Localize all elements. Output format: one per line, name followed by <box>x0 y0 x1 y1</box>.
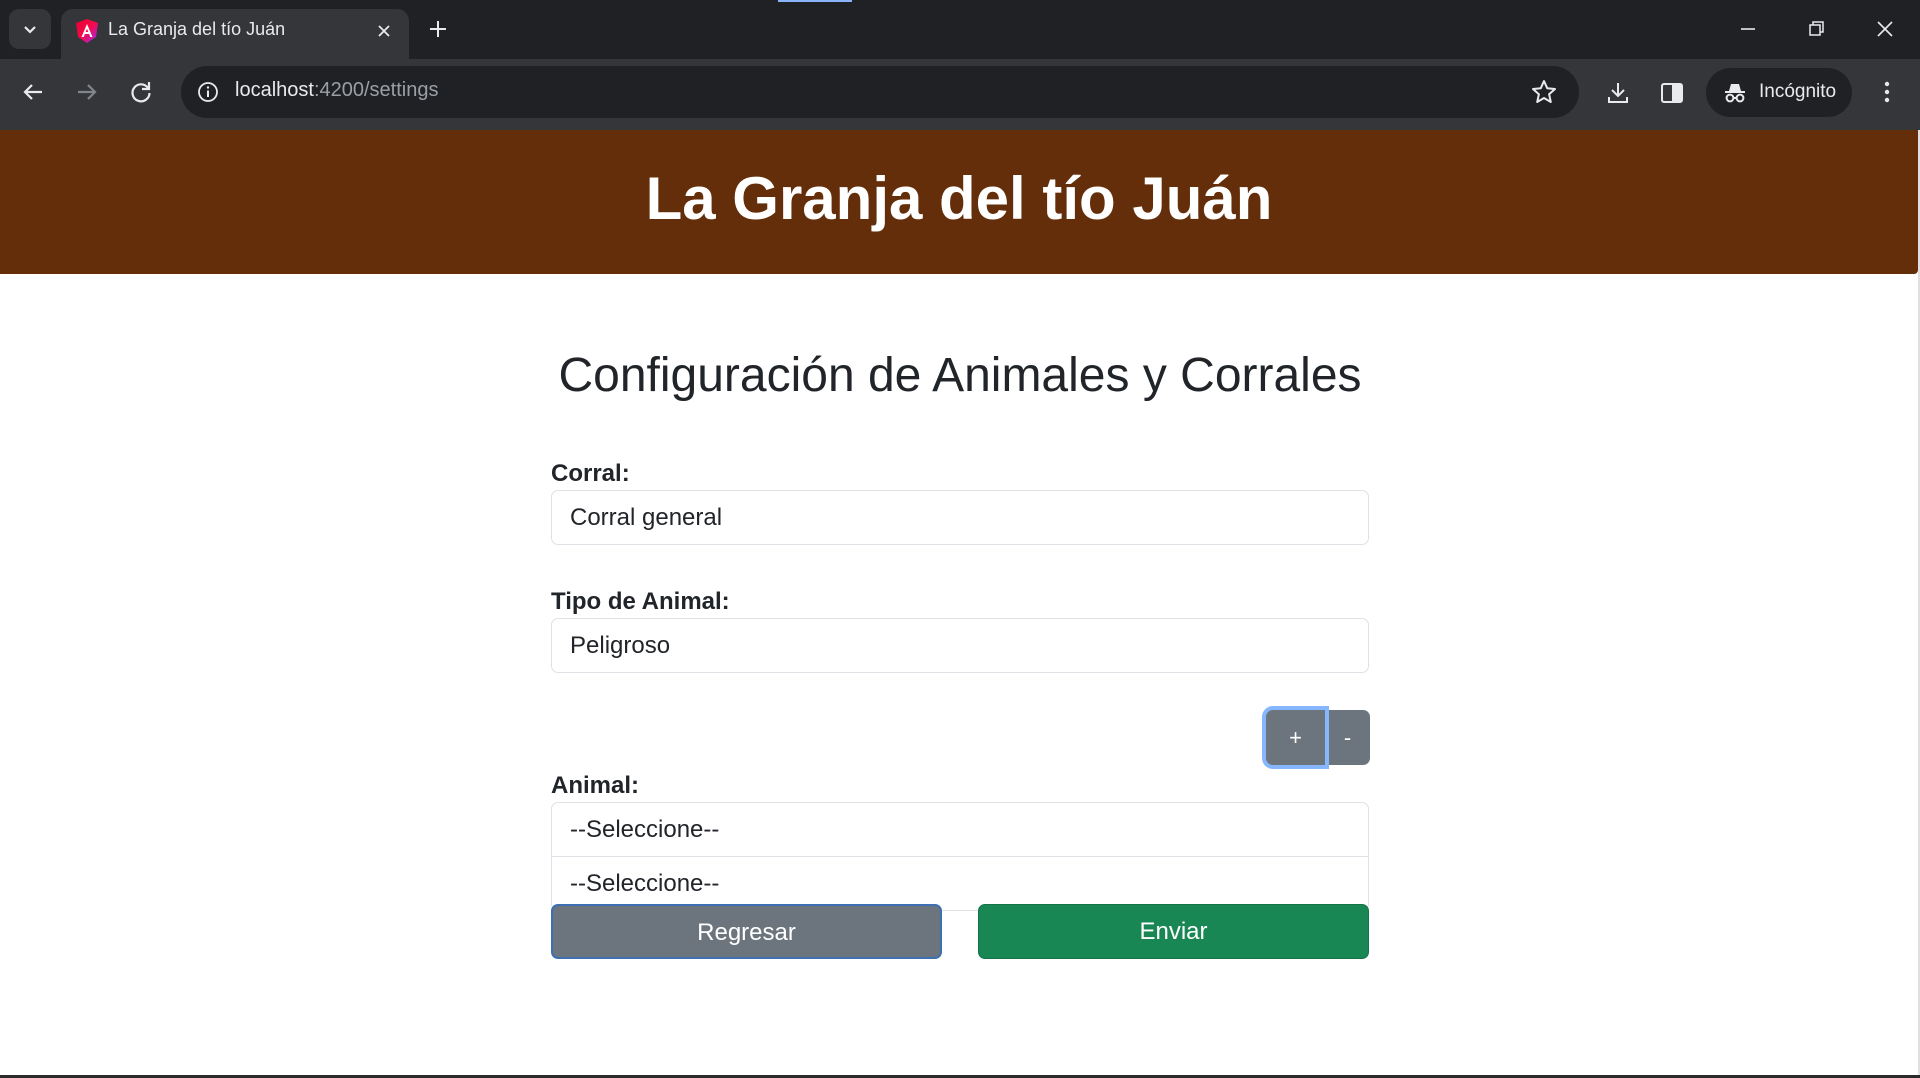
tipo-animal-label: Tipo de Animal: <box>551 588 730 615</box>
url-host: localhost <box>235 79 314 101</box>
url-text: localhost:4200/settings <box>235 79 438 102</box>
new-tab-plus-icon[interactable] <box>424 15 452 43</box>
incognito-icon <box>1725 84 1745 103</box>
close-window-icon[interactable] <box>1870 14 1900 44</box>
site-info-icon[interactable] <box>194 78 222 106</box>
forward-arrow-icon[interactable] <box>71 76 103 108</box>
url-path: :4200/settings <box>313 79 439 101</box>
minimize-icon[interactable] <box>1733 14 1763 44</box>
reload-icon[interactable] <box>125 76 157 108</box>
close-tab-icon[interactable] <box>373 20 395 42</box>
browser-tab[interactable]: La Granja del tío Juán <box>61 9 409 59</box>
browser-tab-strip: La Granja del tío Juán <box>0 0 1920 59</box>
animal-select-2[interactable]: --Seleccione-- <box>551 856 1369 911</box>
tab-search-button[interactable] <box>9 9 51 49</box>
add-animal-button[interactable]: + <box>1266 710 1325 765</box>
side-panel-icon[interactable] <box>1657 78 1687 108</box>
remove-animal-button[interactable]: - <box>1325 710 1370 765</box>
animal-label: Animal: <box>551 772 640 799</box>
incognito-label: Incógnito <box>1759 81 1837 102</box>
kebab-menu-icon[interactable] <box>1872 76 1902 108</box>
animal-select-1[interactable]: --Seleccione-- <box>551 802 1369 857</box>
submit-button[interactable]: Enviar <box>978 904 1369 959</box>
incognito-profile-button[interactable]: Incógnito <box>1706 68 1852 117</box>
restore-icon[interactable] <box>1801 14 1831 44</box>
chevron-down-icon <box>24 26 36 34</box>
back-button[interactable]: Regresar <box>551 904 942 959</box>
corral-label: Corral: <box>551 460 630 487</box>
app-title: La Granja del tío Juán <box>645 165 1273 232</box>
tab-title: La Granja del tío Juán <box>108 19 286 39</box>
back-arrow-icon[interactable] <box>17 76 49 108</box>
tipo-animal-input[interactable]: Peligroso <box>551 618 1369 673</box>
angular-icon <box>76 19 98 43</box>
page-viewport: La Granja del tío Juán Configuración de … <box>0 130 1920 1078</box>
form-title: Configuración de Animales y Corrales <box>558 349 1362 402</box>
browser-toolbar: localhost:4200/settings Incógnito <box>0 59 1920 130</box>
corral-input[interactable]: Corral general <box>551 490 1369 545</box>
tab-loading-indicator <box>778 0 852 2</box>
download-icon[interactable] <box>1603 78 1633 108</box>
bookmark-star-icon[interactable] <box>1529 77 1559 107</box>
address-bar[interactable]: localhost:4200/settings <box>181 66 1579 118</box>
app-header: La Granja del tío Juán <box>0 130 1918 274</box>
